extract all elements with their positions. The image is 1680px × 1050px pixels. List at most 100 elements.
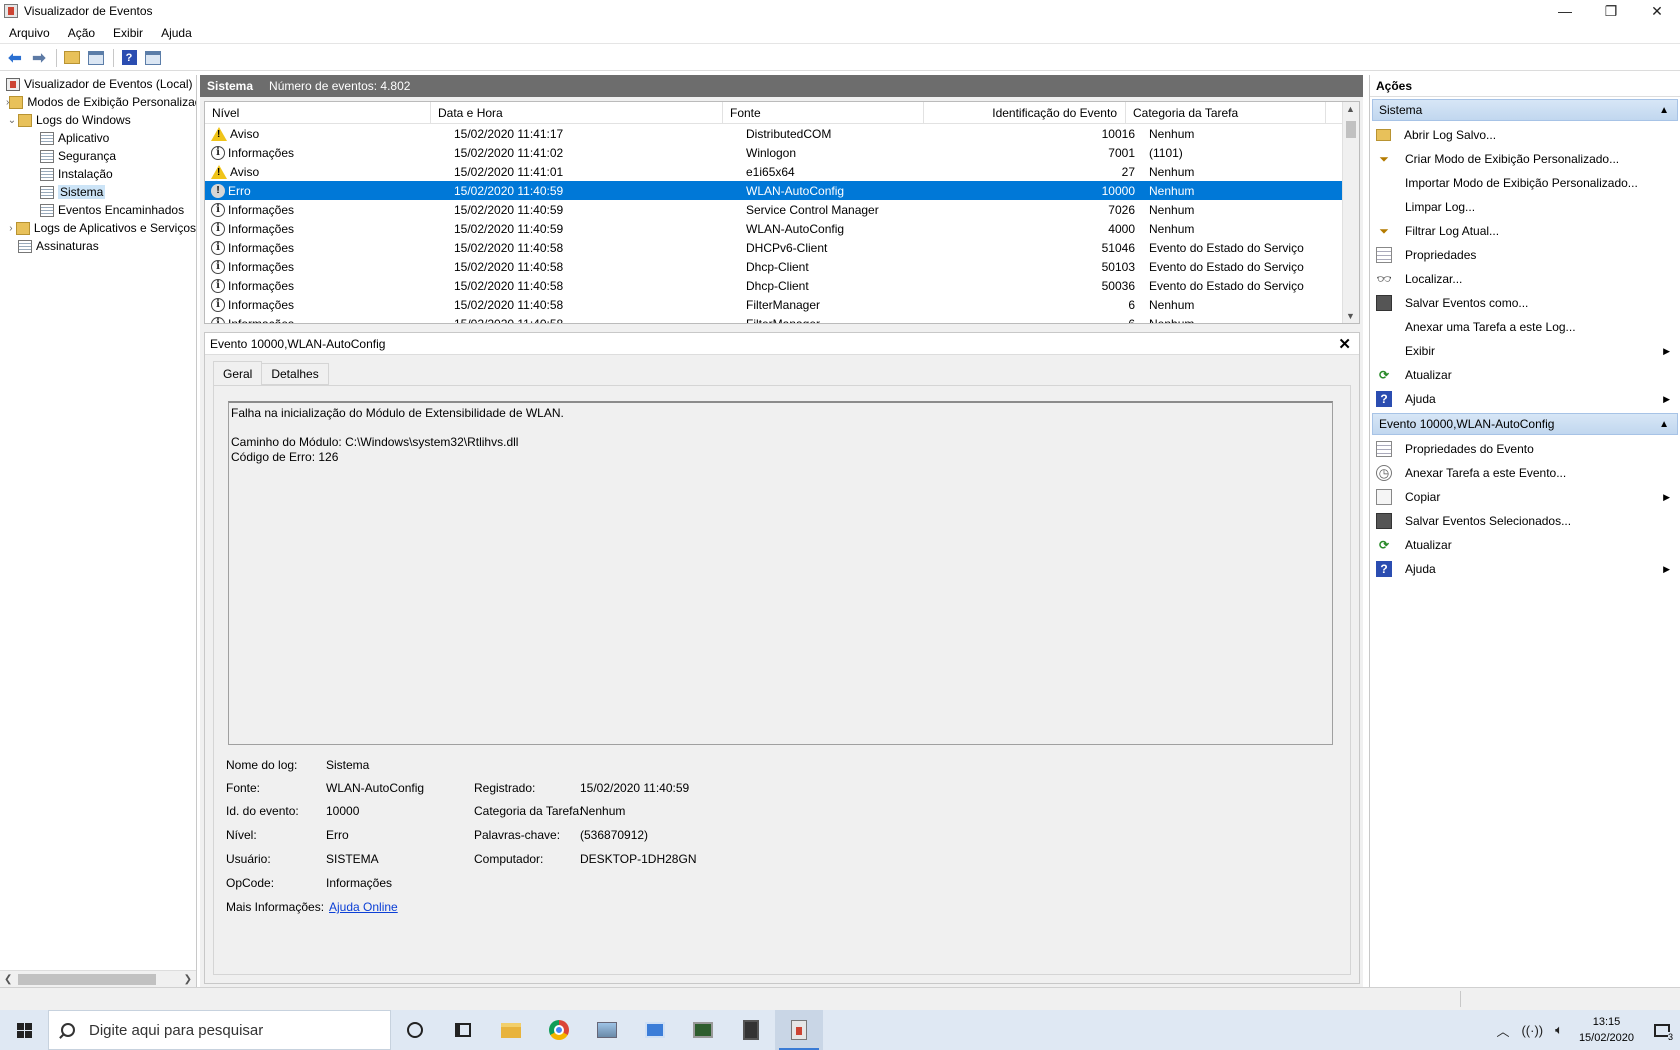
col-level[interactable]: Nível	[205, 102, 431, 124]
scroll-thumb[interactable]	[1346, 121, 1356, 138]
table-row[interactable]: i Informações 15/02/2020 11:40:58 Dhcp-Clie…	[205, 276, 1359, 295]
table-row[interactable]: Aviso 15/02/2020 11:41:17 DistributedCOM 10…	[205, 124, 1359, 143]
event-viewer-taskbar-button[interactable]	[775, 1010, 823, 1050]
volume-icon[interactable]: 🔈︎	[1549, 1022, 1569, 1038]
action-item[interactable]: ⏷ Filtrar Log Atual...	[1370, 219, 1680, 243]
cortana-button[interactable]	[391, 1010, 439, 1050]
action-item[interactable]: ⟳ Atualizar	[1370, 533, 1680, 557]
col-event-id[interactable]: Identificação do Evento	[924, 102, 1126, 124]
tree-item[interactable]: Segurança	[0, 147, 196, 165]
tab-detalhes[interactable]: Detalhes	[261, 363, 329, 385]
scroll-left-icon[interactable]: ❮	[4, 974, 12, 985]
expand-chevron-icon[interactable]: ›	[6, 223, 16, 234]
tree-item[interactable]: Eventos Encaminhados	[0, 201, 196, 219]
action-item[interactable]: ⟳ Atualizar	[1370, 363, 1680, 387]
help-button[interactable]: ?	[118, 48, 140, 68]
cell-level: i Informações	[205, 240, 448, 255]
action-item[interactable]: 👓︎ Localizar...	[1370, 267, 1680, 291]
tab-geral[interactable]: Geral	[213, 361, 263, 385]
task-view-button[interactable]	[439, 1010, 487, 1050]
back-button[interactable]: ⬅	[4, 48, 26, 68]
expand-chevron-icon[interactable]: ⌄	[6, 115, 18, 126]
tree-item[interactable]: Sistema	[0, 183, 196, 201]
collapse-icon[interactable]: ▲	[1659, 105, 1669, 116]
col-date[interactable]: Data e Hora	[431, 102, 723, 124]
notification-count: 3	[1667, 1032, 1673, 1042]
table-row[interactable]: i Informações 15/02/2020 11:40:58 FilterMan…	[205, 295, 1359, 314]
action-item[interactable]: Salvar Eventos como...	[1370, 291, 1680, 315]
action-item[interactable]: Copiar ▶	[1370, 485, 1680, 509]
calculator-button[interactable]	[727, 1010, 775, 1050]
action-item[interactable]: ◷ Anexar Tarefa a este Evento...	[1370, 461, 1680, 485]
clock[interactable]: 13:15 15/02/2020	[1569, 1014, 1644, 1046]
action-item[interactable]: ? Ajuda ▶	[1370, 387, 1680, 411]
resource-monitor-button[interactable]	[679, 1010, 727, 1050]
action-center-button[interactable]: 3	[1644, 1010, 1680, 1050]
cell-task-category: Evento do Estado do Serviço	[1149, 259, 1304, 274]
taskbar-search-box[interactable]: Digite aqui para pesquisar	[48, 1010, 391, 1050]
tree-item[interactable]: Aplicativo	[0, 129, 196, 147]
menu-exibir[interactable]: Exibir	[104, 26, 152, 40]
menu-arquivo[interactable]: Arquivo	[0, 26, 59, 40]
menu-acao[interactable]: Ação	[59, 26, 104, 40]
table-row[interactable]: i Informações 15/02/2020 11:40:58 FilterMan…	[205, 314, 1359, 323]
start-button[interactable]	[0, 1010, 48, 1050]
event-message[interactable]: Falha na inicialização do Módulo de Exte…	[228, 401, 1333, 745]
forward-button[interactable]: ➡	[28, 48, 50, 68]
level-text: Informações	[228, 240, 295, 255]
scroll-right-icon[interactable]: ❯	[184, 974, 192, 985]
table-row[interactable]: ! Erro 15/02/2020 11:40:59 WLAN-AutoConfig 1…	[205, 181, 1359, 200]
network-icon[interactable]: ((·))	[1515, 1023, 1549, 1038]
tree-horizontal-scrollbar[interactable]: ❮ ❯	[0, 970, 196, 987]
collapse-icon[interactable]: ▲	[1659, 419, 1669, 430]
show-hidden-icons-icon[interactable]: ︿	[1490, 1021, 1515, 1040]
action-label: Ajuda	[1405, 562, 1436, 576]
tree-item[interactable]: Instalação	[0, 165, 196, 183]
action-item[interactable]: Anexar uma Tarefa a este Log...	[1370, 315, 1680, 339]
action-item[interactable]: ? Ajuda ▶	[1370, 557, 1680, 581]
tree-item[interactable]: › Modos de Exibição Personalizados	[0, 93, 196, 111]
col-task-category[interactable]: Categoria da Tarefa	[1126, 102, 1326, 124]
table-row[interactable]: i Informações 15/02/2020 11:40:59 WLAN-Auto…	[205, 219, 1359, 238]
col-source[interactable]: Fonte	[723, 102, 924, 124]
online-help-link[interactable]: Ajuda Online	[329, 900, 398, 914]
tree-item[interactable]: › Logs de Aplicativos e Serviços	[0, 219, 196, 237]
action-item[interactable]: Exibir ▶	[1370, 339, 1680, 363]
show-hide-tree-button[interactable]	[85, 48, 107, 68]
tree-item[interactable]: ⌄ Logs do Windows	[0, 111, 196, 129]
action-item[interactable]: Importar Modo de Exibição Personalizado.…	[1370, 171, 1680, 195]
action-item[interactable]: Limpar Log...	[1370, 195, 1680, 219]
table-row[interactable]: i Informações 15/02/2020 11:41:02 Winlogon 7…	[205, 143, 1359, 162]
action-item[interactable]: Propriedades	[1370, 243, 1680, 267]
cell-level: i Informações	[205, 145, 448, 160]
scroll-up-icon[interactable]: ▲	[1346, 104, 1355, 114]
tree-root[interactable]: Visualizador de Eventos (Local)	[0, 75, 196, 93]
tree-item[interactable]: Assinaturas	[0, 237, 196, 255]
actions-section-event[interactable]: Evento 10000,WLAN-AutoConfig ▲	[1372, 413, 1678, 435]
close-button[interactable]: ✕	[1634, 0, 1680, 22]
minimize-button[interactable]: —	[1542, 0, 1588, 22]
photos-button[interactable]	[583, 1010, 631, 1050]
action-item[interactable]: Salvar Eventos Selecionados...	[1370, 509, 1680, 533]
table-row[interactable]: i Informações 15/02/2020 11:40:59 Service C…	[205, 200, 1359, 219]
close-detail-icon[interactable]: ✕	[1338, 335, 1351, 353]
up-folder-button[interactable]	[61, 48, 83, 68]
scroll-down-icon[interactable]: ▼	[1346, 311, 1355, 321]
chrome-button[interactable]	[535, 1010, 583, 1050]
event-viewer-icon	[791, 1020, 807, 1040]
actions-section-log[interactable]: Sistema ▲	[1372, 99, 1678, 121]
action-item[interactable]: Abrir Log Salvo...	[1370, 123, 1680, 147]
action-item[interactable]: Propriedades do Evento	[1370, 437, 1680, 461]
action-item[interactable]: ⏷ Criar Modo de Exibição Personalizado...	[1370, 147, 1680, 171]
table-row[interactable]: Aviso 15/02/2020 11:41:01 e1i65x64 27 Nenhum	[205, 162, 1359, 181]
cell-source: FilterManager	[746, 297, 821, 312]
file-explorer-button[interactable]	[487, 1010, 535, 1050]
scroll-thumb[interactable]	[18, 973, 156, 985]
remote-desktop-button[interactable]	[631, 1010, 679, 1050]
show-hide-actions-button[interactable]	[142, 48, 164, 68]
menu-ajuda[interactable]: Ajuda	[152, 26, 201, 40]
table-row[interactable]: i Informações 15/02/2020 11:40:58 DHCPv6-Cl…	[205, 238, 1359, 257]
restore-button[interactable]: ❐	[1588, 0, 1634, 22]
table-vertical-scrollbar[interactable]: ▲ ▼	[1342, 102, 1359, 323]
table-row[interactable]: i Informações 15/02/2020 11:40:58 Dhcp-Clie…	[205, 257, 1359, 276]
